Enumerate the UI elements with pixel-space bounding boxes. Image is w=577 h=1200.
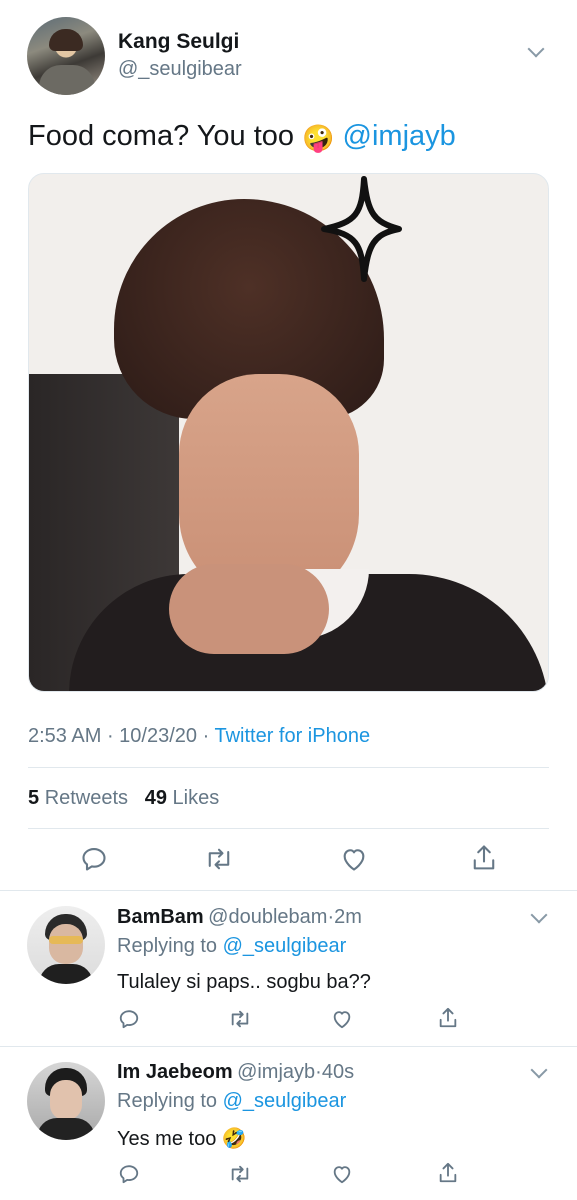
meta-separator: · [101, 725, 120, 747]
retweet-icon[interactable] [204, 845, 234, 873]
replying-prefix: Replying to [117, 935, 223, 957]
tweet-body: Food coma? You too [28, 120, 295, 152]
replying-handle-link[interactable]: @_seulgibear [223, 1090, 347, 1112]
zany-face-emoji: 🤪 [302, 123, 335, 153]
sparkle-doodle [321, 176, 402, 282]
reply-icon[interactable] [118, 1163, 140, 1185]
replying-to: Replying to @_seulgibear [117, 1090, 346, 1113]
retweets-count: 5 [28, 787, 40, 809]
heart-icon[interactable] [340, 845, 368, 873]
reply-body: Yes me too [117, 1128, 217, 1150]
retweets-label: Retweets [44, 787, 129, 809]
reply-display-name[interactable]: BamBam [117, 906, 204, 928]
mention-link[interactable]: @imjayb [343, 120, 456, 152]
reply-header: BamBam @doublebam·2m [117, 906, 362, 929]
divider [0, 1046, 577, 1047]
reply-handle[interactable]: @imjayb [237, 1061, 315, 1083]
reply-avatar[interactable] [27, 1062, 105, 1140]
reply-icon[interactable] [80, 845, 108, 873]
retweet-icon[interactable] [228, 1163, 252, 1185]
divider [28, 828, 549, 829]
tweet-time: 2:53 AM [28, 725, 102, 747]
share-icon[interactable] [470, 843, 498, 873]
share-icon[interactable] [437, 1006, 459, 1030]
reply-time: 2m [334, 906, 362, 928]
reply-icon[interactable] [118, 1008, 140, 1030]
replying-handle-link[interactable]: @_seulgibear [223, 935, 347, 957]
tweet-photo[interactable] [28, 173, 549, 692]
divider [28, 767, 549, 768]
replying-prefix: Replying to [117, 1090, 223, 1112]
reply-header: Im Jaebeom @imjayb·40s [117, 1061, 354, 1084]
chevron-down-icon[interactable] [530, 906, 548, 924]
share-icon[interactable] [437, 1161, 459, 1185]
tweet-date: 10/23/20 [119, 725, 198, 747]
likes-stat[interactable]: 49 Likes [145, 787, 220, 809]
reply-time: 40s [321, 1061, 355, 1083]
heart-icon[interactable] [331, 1008, 353, 1030]
reply-text: Tulaley si paps.. sogbu ba?? [117, 971, 371, 993]
likes-label: Likes [172, 787, 220, 809]
chevron-down-icon[interactable] [527, 40, 545, 58]
reply-handle[interactable]: @doublebam [208, 906, 327, 928]
heart-icon[interactable] [331, 1163, 353, 1185]
likes-count: 49 [144, 787, 167, 809]
retweet-icon[interactable] [228, 1008, 252, 1030]
reply-display-name[interactable]: Im Jaebeom [117, 1061, 233, 1083]
author-handle[interactable]: @_seulgibear [118, 58, 242, 81]
divider [0, 890, 577, 891]
replying-to: Replying to @_seulgibear [117, 935, 346, 958]
reply-avatar[interactable] [27, 906, 105, 984]
dot-separator: · [315, 1061, 322, 1083]
meta-separator: · [197, 725, 215, 747]
chevron-down-icon[interactable] [530, 1061, 548, 1079]
tweet-text: Food coma? You too 🤪 @imjayb [28, 120, 456, 154]
retweets-stat[interactable]: 5 Retweets [28, 787, 128, 809]
author-avatar[interactable] [27, 17, 105, 95]
tweet-stats: 5 Retweets 49 Likes [28, 787, 219, 810]
reply-text: Yes me too 🤣 [117, 1126, 247, 1151]
author-display-name[interactable]: Kang Seulgi [118, 30, 239, 54]
rofl-emoji: 🤣 [221, 1128, 247, 1150]
tweet-source-link[interactable]: Twitter for iPhone [214, 725, 370, 747]
tweet-meta: 2:53 AM · 10/23/20 · Twitter for iPhone [28, 725, 370, 748]
